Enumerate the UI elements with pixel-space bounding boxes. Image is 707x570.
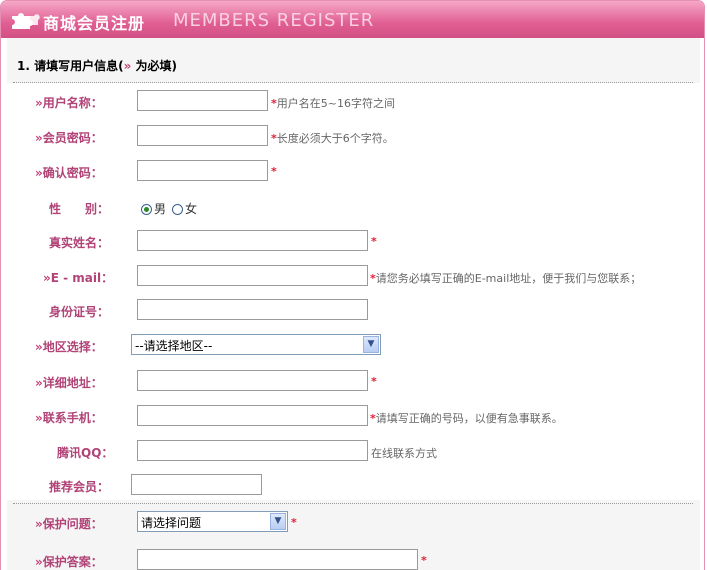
referrer-input[interactable] [131,474,262,495]
region-select[interactable]: --请选择地区-- ▼ [131,334,381,355]
row-email: » E - mail： *请您务必填写正确的E-mail地址，便于我们与您联系； [1,265,704,289]
email-label: » E - mail： [43,271,114,285]
row-password: » 会员密码： *长度必须大于6个字符。 [1,125,704,149]
password-input[interactable] [137,125,268,146]
female-radio[interactable] [172,204,184,215]
row-confirm-password: » 确认密码： * [1,160,704,184]
qq-hint: 在线联系方式 [371,447,437,460]
page-title: 商城会员注册 [43,14,146,33]
register-panel: 商城会员注册 MEMBERS REGISTER 1. 请填写用户信息(» 为必填… [0,0,705,570]
row-answer: » 保护答案： * [1,549,704,570]
row-gender: 性 别： 男 女 [1,196,704,220]
row-mobile: » 联系手机： *请填写正确的号码，以便有急事联系。 [1,405,704,429]
chevron-icon: » [35,96,43,110]
row-qq: 腾讯QQ： 在线联系方式 [1,440,704,464]
address-label: » 详细地址： [35,376,103,390]
realname-label: 真实姓名： [49,236,110,250]
required-star: * [371,375,377,388]
password-hint: 长度必须大于6个字符。 [276,132,394,145]
gender-label: 性 别： [49,202,110,216]
chevron-icon: » [35,131,43,145]
username-hint: 用户名在5~16字符之间 [276,97,395,110]
question-select[interactable]: 请选择问题 ▼ [137,511,288,532]
required-star: * [291,516,297,529]
row-realname: 真实姓名： * [1,230,704,254]
chevron-down-icon[interactable]: ▼ [363,336,379,353]
email-hint: 请您务必填写正确的E-mail地址，便于我们与您联系； [375,272,642,285]
chevron-icon: » [35,166,43,180]
header-bar: 商城会员注册 MEMBERS REGISTER [1,1,704,38]
chevron-icon: » [35,376,43,390]
divider [13,82,693,83]
chevron-icon: » [35,411,43,425]
required-star: * [421,554,427,567]
chevron-icon: » [35,517,43,531]
question-selected: 请选择问题 [141,516,202,530]
row-address: » 详细地址： * [1,370,704,394]
required-star: * [271,165,277,178]
question-label: » 保护问题： [35,517,103,531]
page-title-en: MEMBERS REGISTER [173,10,375,31]
chevron-icon: » [35,555,43,569]
chevron-icon: » [123,59,132,73]
row-question: » 保护问题： 请选择问题 ▼ * [1,511,704,535]
username-input[interactable] [137,90,268,111]
confirm-password-label: » 确认密码： [35,166,103,180]
region-label: » 地区选择： [35,340,103,354]
chevron-down-icon[interactable]: ▼ [270,513,286,530]
referrer-label: 推荐会员： [49,480,110,494]
chevron-icon: » [43,271,51,285]
section-title: 1. 请填写用户信息(» 为必填) [17,59,178,73]
male-radio[interactable] [141,204,152,215]
row-username: » 用户名称： *用户名在5~16字符之间 [1,90,704,114]
realname-input[interactable] [137,230,368,251]
required-star: * [371,235,377,248]
confirm-password-input[interactable] [137,160,268,181]
qq-input[interactable] [137,440,368,461]
email-input[interactable] [137,265,368,286]
row-region: » 地区选择： --请选择地区-- ▼ [1,334,704,358]
puzzle-icon [12,13,40,29]
idcard-label: 身份证号： [49,305,110,319]
region-selected: --请选择地区-- [135,339,213,353]
divider [13,503,693,504]
mobile-label: » 联系手机： [35,411,103,425]
username-label: » 用户名称： [35,96,103,110]
row-idcard: 身份证号： [1,299,704,323]
chevron-icon: » [35,340,43,354]
row-referrer: 推荐会员： [1,474,704,498]
address-input[interactable] [137,370,368,391]
idcard-input[interactable] [137,299,368,320]
answer-label: » 保护答案： [35,555,103,569]
password-label: » 会员密码： [35,131,103,145]
qq-label: 腾讯QQ： [57,446,114,460]
female-label: 女 [185,202,198,216]
male-label: 男 [154,202,167,216]
mobile-input[interactable] [137,405,368,426]
mobile-hint: 请填写正确的号码，以便有急事联系。 [375,412,563,425]
answer-input[interactable] [137,549,418,570]
